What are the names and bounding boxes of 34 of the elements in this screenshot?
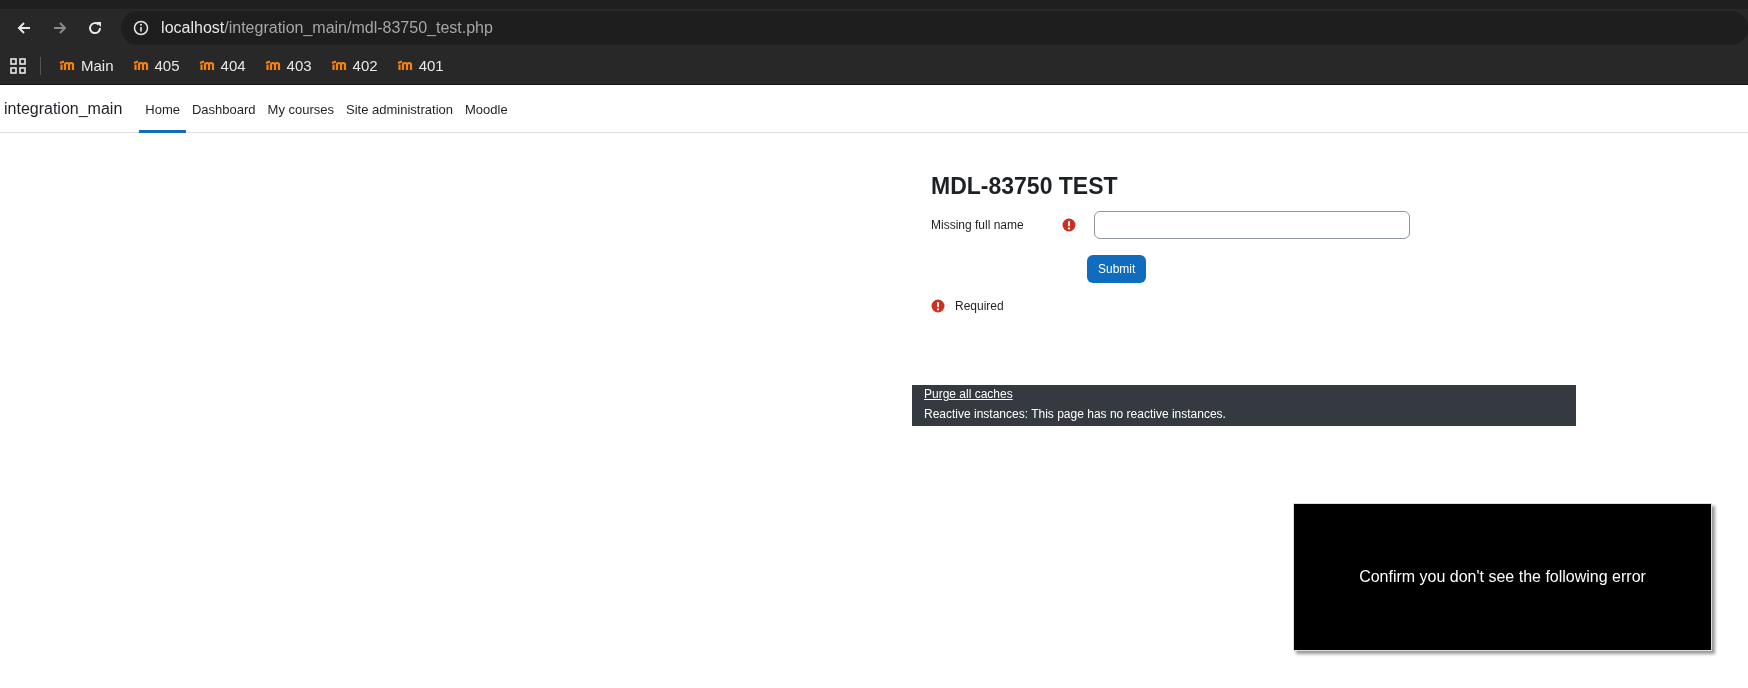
bookmark[interactable]: 402 <box>328 54 380 77</box>
nav-tab[interactable]: Dashboard <box>186 85 262 133</box>
moodle-logo-icon <box>264 60 282 71</box>
nav-tab[interactable]: Home <box>139 85 186 133</box>
reload-icon[interactable] <box>87 20 104 36</box>
nav-tab[interactable]: My courses <box>261 85 341 133</box>
required-icon <box>931 299 945 313</box>
purge-caches-link[interactable]: Purge all caches <box>924 387 1013 401</box>
forward-icon[interactable] <box>51 20 68 36</box>
moodle-logo-icon <box>198 60 216 71</box>
submit-button[interactable]: Submit <box>1087 255 1147 283</box>
full-name-input[interactable] <box>1094 211 1410 239</box>
url-text: localhost/integration_main/mdl-83750_test.php <box>161 19 493 37</box>
back-icon[interactable] <box>15 20 32 36</box>
footer-text: Reactive instances: This page has no reactive instances. <box>924 407 1227 421</box>
nav-tab[interactable]: Site administration <box>340 85 459 133</box>
page-heading: MDL-83750 TEST <box>930 172 1118 200</box>
nav-tab[interactable]: Moodle <box>459 85 514 133</box>
moodle-logo-icon <box>59 60 76 71</box>
notice-text: Confirm you don't see the following error <box>1359 568 1646 586</box>
required-note: Required <box>955 299 1004 313</box>
moodle-logo-icon <box>330 60 348 71</box>
bookmark[interactable]: 401 <box>394 54 446 77</box>
site-name[interactable]: integration_main <box>4 99 123 118</box>
field-label: Missing full name <box>931 218 1025 232</box>
bookmark[interactable]: 405 <box>130 54 182 77</box>
bookmark[interactable]: 404 <box>196 54 248 77</box>
bookmark[interactable]: 403 <box>262 54 314 77</box>
moodle-logo-icon <box>132 60 150 71</box>
apps-grid-icon[interactable] <box>10 57 26 74</box>
info-icon[interactable] <box>133 20 150 36</box>
bookmark[interactable]: Main <box>57 54 116 77</box>
address-bar[interactable]: localhost/integration_main/mdl-83750_test.php <box>121 11 1748 45</box>
moodle-logo-icon <box>396 60 414 71</box>
